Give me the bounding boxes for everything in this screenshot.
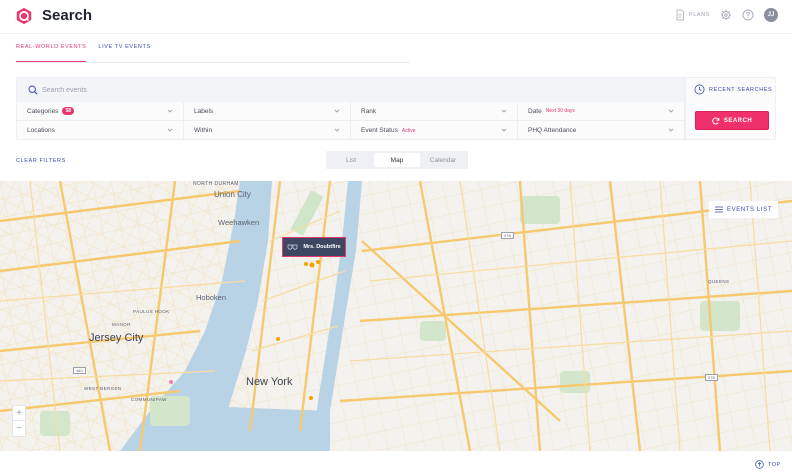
map-label-manor: MANOR [112,322,131,327]
locations-label: Locations [27,127,55,134]
theatre-masks-icon [288,244,298,250]
arrow-up-circle-icon [755,460,764,469]
tab-real-world-events[interactable]: REAL-WORLD EVENTS [16,44,87,62]
clear-filters-link[interactable]: CLEAR FILTERS [16,158,66,164]
panel-divider [685,78,686,141]
search-bar [17,78,685,102]
map-label-weehawken: Weehawken [218,218,260,227]
map-label-north-durham: NORTH DURHAM [193,181,239,187]
chevron-down-icon [501,109,507,113]
filter-panel: RECENT SEARCHES Categories 58 Labels Ran… [16,77,776,141]
back-to-top-link[interactable]: TOP [755,460,781,469]
search-button[interactable]: SEARCH [695,111,769,130]
route-shield-278-south: 278 [705,374,718,381]
list-icon [715,206,724,213]
chevron-down-icon [167,109,173,113]
within-dropdown[interactable]: Within [184,121,351,140]
view-toggle: List Map Calendar [326,151,468,169]
event-status-label: Event Status [361,127,398,134]
event-popup-title: Mrs. Doubtfire [303,244,341,250]
rank-dropdown[interactable]: Rank [351,102,518,121]
categories-label: Categories [27,107,59,115]
date-dropdown[interactable]: Date Next 30 days [518,102,685,121]
view-list-button[interactable]: List [328,153,374,167]
event-popup[interactable]: Mrs. Doubtfire [282,237,346,257]
page-title: Search [42,7,93,24]
chevron-down-icon [668,128,674,132]
route-shield-440: 440 [73,367,86,374]
attendance-dropdown[interactable]: PHQ Attendance [518,121,685,140]
zoom-in-button[interactable]: + [13,406,25,421]
categories-count-badge: 58 [62,107,74,115]
help-icon[interactable] [742,9,754,21]
event-type-tabs: REAL-WORLD EVENTS LIVE TV EVENTS [16,44,151,62]
labels-label: Labels [194,107,214,115]
document-icon [676,9,684,21]
rank-label: Rank [361,107,377,115]
back-to-top-label: TOP [768,461,781,468]
map-label-hoboken: Hoboken [196,293,227,302]
search-icon [28,85,38,95]
date-value: Next 30 days [545,108,575,114]
app-logo-icon[interactable] [15,7,33,25]
locations-dropdown[interactable]: Locations [17,121,184,140]
refresh-icon [712,117,720,124]
recent-searches-label: RECENT SEARCHES [709,86,773,93]
zoom-controls: + − [12,405,26,437]
plans-label: PLANS [688,12,710,18]
view-map-button[interactable]: Map [374,153,420,167]
event-status-value: Active [401,127,416,134]
date-label: Date [528,107,542,115]
labels-dropdown[interactable]: Labels [184,102,351,121]
map-label-new-york: New York [246,376,293,388]
categories-dropdown[interactable]: Categories 58 [17,102,184,121]
chevron-down-icon [501,128,507,132]
event-map[interactable]: NORTH DURHAM Union City Weehawken Hoboke… [0,181,792,451]
user-avatar[interactable]: JJ [764,8,778,22]
search-button-label: SEARCH [723,117,753,124]
within-label: Within [194,127,213,134]
route-shield-278-north: 278 [501,232,514,239]
chevron-down-icon [334,128,340,132]
map-label-paulus-hook: PAULUS HOOK [133,309,170,314]
view-calendar-button[interactable]: Calendar [420,153,466,167]
map-label-jersey-city: Jersey City [89,332,144,344]
map-canvas[interactable] [0,181,792,451]
search-input[interactable] [42,83,442,97]
tab-live-tv-events[interactable]: LIVE TV EVENTS [98,44,150,62]
app-header: Search PLANS JJ [0,0,792,34]
clock-icon [694,84,705,95]
events-list-button[interactable]: EVENTS LIST [709,201,778,218]
map-label-west-bergen: WEST BERGEN [84,386,122,391]
map-label-queens: QUEENS [708,279,730,284]
chevron-down-icon [334,109,340,113]
events-list-label: EVENTS LIST [727,206,772,213]
attendance-label: PHQ Attendance [528,127,577,134]
zoom-out-button[interactable]: − [13,421,25,436]
map-label-communipaw: COMMUNIPAW [131,397,167,402]
map-label-union-city: Union City [214,190,251,199]
gear-icon[interactable] [720,9,732,21]
plans-link[interactable]: PLANS [674,9,710,21]
tab-divider [16,62,410,63]
chevron-down-icon [167,128,173,132]
event-status-dropdown[interactable]: Event Status Active [351,121,518,140]
chevron-down-icon [668,109,674,113]
recent-searches-link[interactable]: RECENT SEARCHES [694,84,772,95]
